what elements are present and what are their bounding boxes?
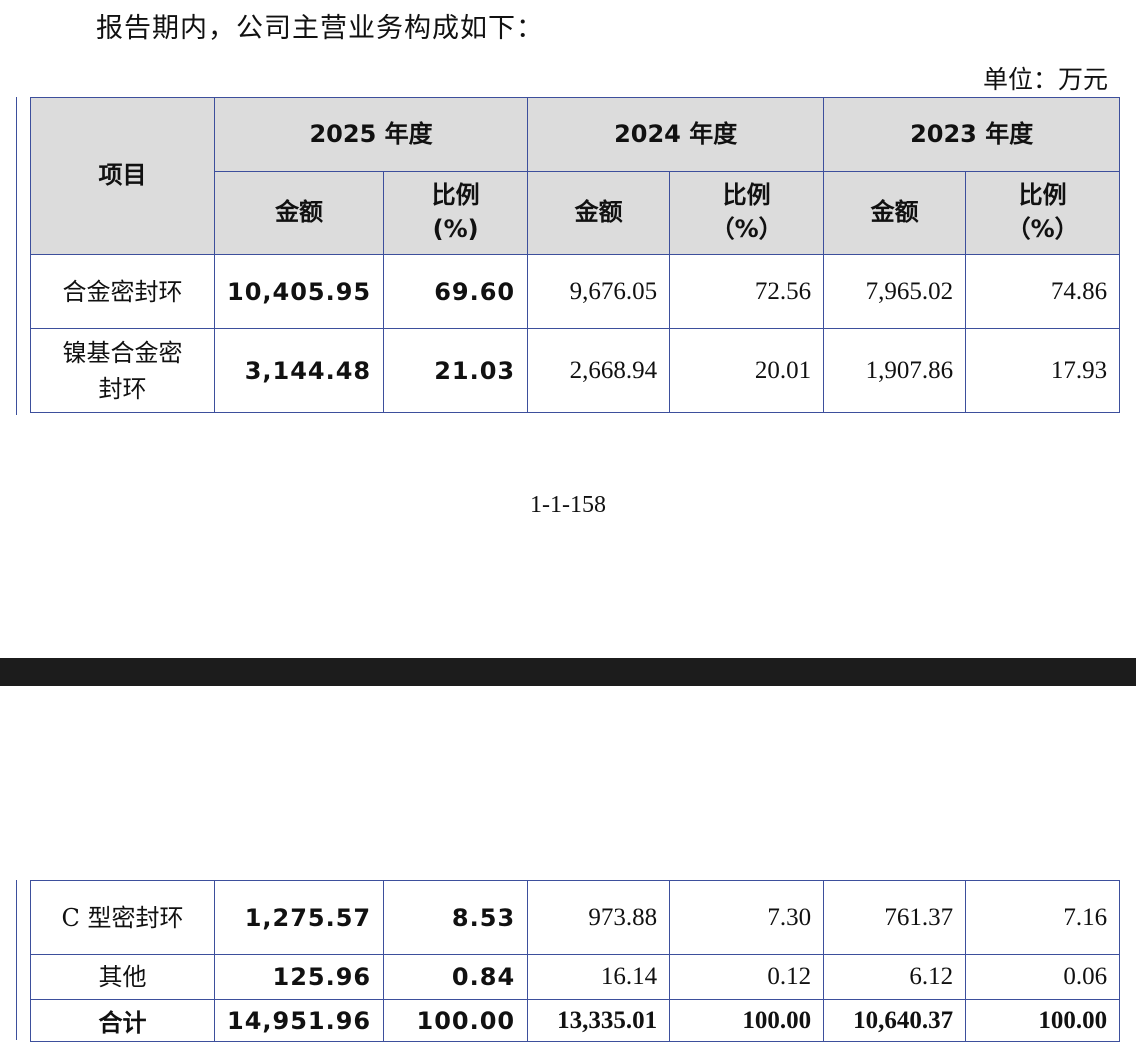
total-ratio-2023: 100.00 xyxy=(965,999,1121,1042)
header-row-years: 项目 2025 年度 2024 年度 2023 年度 xyxy=(30,97,1121,255)
ratio-2024: 7.30 xyxy=(669,880,825,955)
amount-2025: 10,405.95 xyxy=(213,254,385,329)
page-number: 1-1-158 xyxy=(530,492,606,518)
amount-2024: 16.14 xyxy=(527,954,671,1000)
row-item: 镍基合金密 封环 xyxy=(30,328,215,413)
header-year-2023: 2023 年度 xyxy=(823,97,1121,172)
amount-2025: 1,275.57 xyxy=(213,880,385,955)
total-label: 合计 xyxy=(30,999,215,1042)
header-ratio-2024: 比例 （%） xyxy=(669,171,825,255)
ratio-2023: 7.16 xyxy=(965,880,1121,955)
amount-2024: 973.88 xyxy=(527,880,671,955)
amount-2025: 125.96 xyxy=(213,954,385,1000)
amount-2024: 9,676.05 xyxy=(527,254,671,329)
table-row: C 型密封环 1,275.57 8.53 973.88 7.30 761.37 … xyxy=(30,880,1121,955)
row-item: 其他 xyxy=(30,954,215,1000)
total-amount-2025: 14,951.96 xyxy=(213,999,385,1042)
amount-2024: 2,668.94 xyxy=(527,328,671,413)
ratio-2024: 0.12 xyxy=(669,954,825,1000)
header-amount-2023: 金额 xyxy=(823,171,967,255)
table-row: 合金密封环 10,405.95 69.60 9,676.05 72.56 7,9… xyxy=(30,254,1121,329)
ratio-2023: 0.06 xyxy=(965,954,1121,1000)
left-margin-rule xyxy=(16,880,17,1040)
total-ratio-2025: 100.00 xyxy=(383,999,529,1042)
row-item: C 型密封环 xyxy=(30,880,215,955)
ratio-2025: 69.60 xyxy=(383,254,529,329)
intro-text: 报告期内，公司主营业务构成如下： xyxy=(96,13,544,44)
header-year-2024: 2024 年度 xyxy=(527,97,825,172)
ratio-2024: 20.01 xyxy=(669,328,825,413)
ratio-2025: 8.53 xyxy=(383,880,529,955)
table-row: 镍基合金密 封环 3,144.48 21.03 2,668.94 20.01 1… xyxy=(30,328,1121,413)
header-ratio-2025: 比例 (%) xyxy=(383,171,529,255)
amount-2025: 3,144.48 xyxy=(213,328,385,413)
left-margin-rule xyxy=(16,97,17,415)
page-separator xyxy=(0,658,1136,686)
amount-2023: 6.12 xyxy=(823,954,967,1000)
header-item: 项目 xyxy=(30,97,215,255)
total-ratio-2024: 100.00 xyxy=(669,999,825,1042)
header-amount-2024: 金额 xyxy=(527,171,671,255)
header-ratio-2023: 比例 （%） xyxy=(965,171,1121,255)
ratio-2023: 74.86 xyxy=(965,254,1121,329)
ratio-2025: 21.03 xyxy=(383,328,529,413)
amount-2023: 1,907.86 xyxy=(823,328,967,413)
header-year-2025: 2025 年度 xyxy=(213,97,529,172)
amount-2023: 761.37 xyxy=(823,880,967,955)
business-composition-table-bottom: C 型密封环 1,275.57 8.53 973.88 7.30 761.37 … xyxy=(30,880,1121,1042)
total-amount-2024: 13,335.01 xyxy=(527,999,671,1042)
ratio-2024: 72.56 xyxy=(669,254,825,329)
ratio-2025: 0.84 xyxy=(383,954,529,1000)
amount-2023: 7,965.02 xyxy=(823,254,967,329)
ratio-2023: 17.93 xyxy=(965,328,1121,413)
total-row: 合计 14,951.96 100.00 13,335.01 100.00 10,… xyxy=(30,999,1121,1042)
table-row: 其他 125.96 0.84 16.14 0.12 6.12 0.06 xyxy=(30,954,1121,1000)
business-composition-table-top: 项目 2025 年度 2024 年度 2023 年度 金额 比例 (%) 金额 … xyxy=(30,97,1121,413)
unit-label: 单位：万元 xyxy=(982,65,1108,94)
row-item: 合金密封环 xyxy=(30,254,215,329)
header-amount-2025: 金额 xyxy=(213,171,385,255)
page-top: 报告期内，公司主营业务构成如下： 单位：万元 项目 2025 年度 2024 年… xyxy=(0,0,1136,658)
total-amount-2023: 10,640.37 xyxy=(823,999,967,1042)
